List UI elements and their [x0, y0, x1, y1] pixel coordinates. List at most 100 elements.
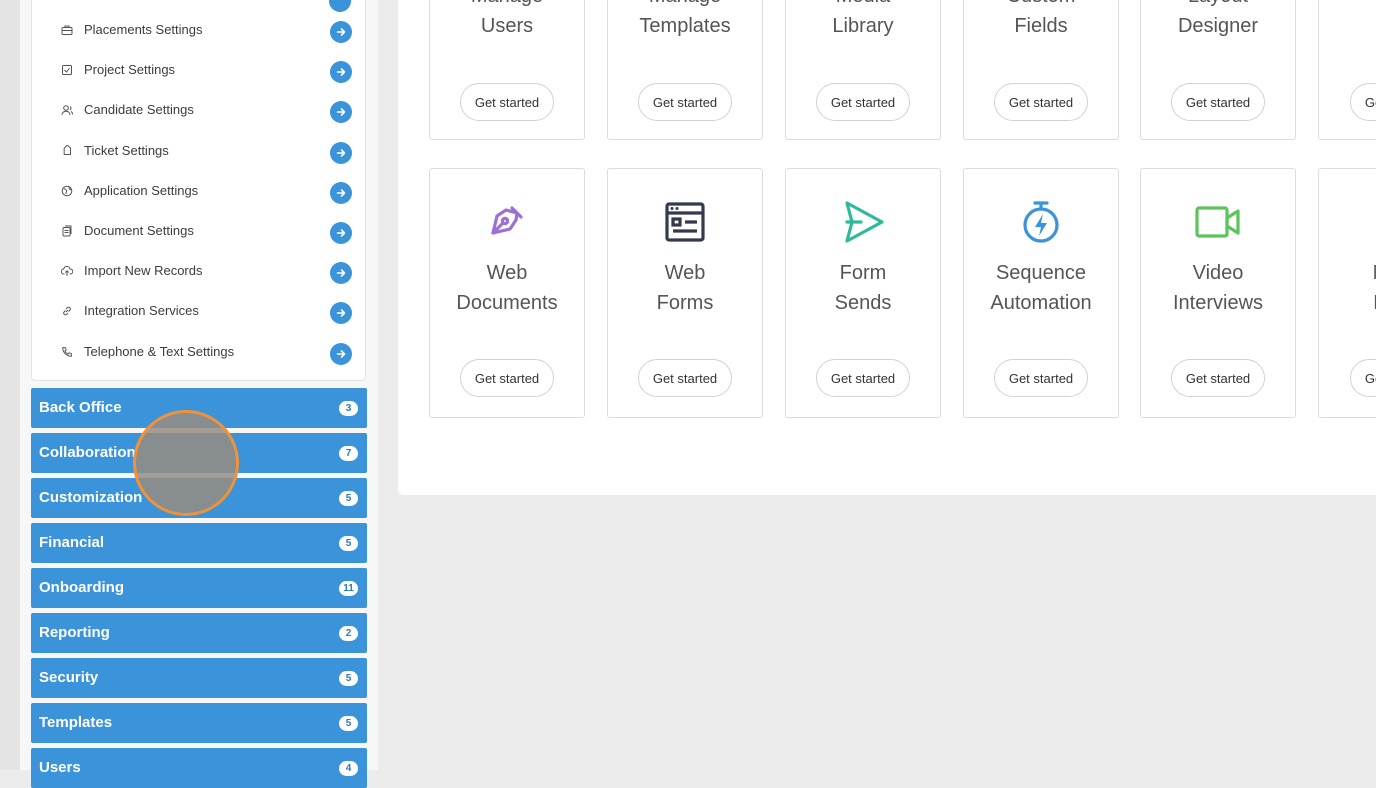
count-badge: 5 [339, 716, 358, 731]
tile-title: CustomFields [1007, 0, 1076, 37]
sidebar-item-label: Application Settings [84, 182, 199, 198]
tile-web-documents[interactable]: Web Documents Get started [429, 168, 585, 418]
get-started-button[interactable]: Get started [1171, 359, 1265, 397]
pen-nib-icon [491, 206, 523, 235]
tile-title: Form Sends [834, 262, 892, 314]
get-started-button[interactable]: Get started [638, 359, 732, 397]
copy-icon [61, 225, 73, 237]
sidebar-item-ticket-settings[interactable]: Ticket Settings [32, 132, 365, 172]
tile-manage-users[interactable]: ManageUsers Get started [429, 0, 585, 140]
tile-manage-templates[interactable]: ManageTemplates Get started [607, 0, 763, 140]
tile-title: ManageUsers [471, 0, 543, 37]
phone-icon [61, 346, 73, 358]
send-icon [845, 201, 884, 243]
get-started-button[interactable]: Get started [1350, 359, 1376, 397]
get-started-button[interactable]: Get started [816, 359, 910, 397]
tile-media-library[interactable]: MediaLibrary Get started [785, 0, 941, 140]
click-indicator [133, 410, 239, 516]
sidebar-item-placements-settings[interactable]: Placements Settings [32, 11, 365, 51]
get-started-button[interactable]: Get started [816, 83, 910, 121]
globe-icon [61, 185, 73, 197]
sidebar-item-application-settings[interactable]: Application Settings [32, 172, 365, 212]
category-label: Users [39, 759, 81, 776]
category-label: Security [39, 669, 99, 686]
tile-title: DoLi [1331, 0, 1376, 41]
tile-custom-fields[interactable]: CustomFields Get started [963, 0, 1119, 140]
get-started-button[interactable]: Get started [1171, 83, 1265, 121]
category-onboarding[interactable]: Onboarding 11 [31, 568, 367, 608]
sidebar-item-telephone-text-settings[interactable]: Telephone & Text Settings [32, 333, 365, 373]
sidebar-item-import-new-records[interactable]: Import New Records [32, 252, 365, 292]
video-camera-icon [1195, 206, 1240, 238]
category-label: Onboarding [39, 579, 124, 596]
sidebar-item-candidate-settings[interactable]: Candidate Settings [32, 91, 365, 131]
users-icon [61, 104, 73, 116]
sidebar-item-label: Telephone & Text Settings [84, 343, 235, 359]
category-financial[interactable]: Financial 5 [31, 523, 367, 563]
settings-list: Placements Settings Project Settings Can… [32, 11, 365, 373]
category-label: Customization [39, 489, 143, 506]
count-badge: 3 [339, 401, 358, 416]
count-badge: 4 [339, 761, 358, 776]
sidebar-item-label: Ticket Settings [84, 142, 169, 158]
count-badge: 7 [339, 446, 358, 461]
tile-layout-designer[interactable]: LayoutDesigner Get started [1140, 0, 1296, 140]
tile-partial-bottom[interactable]: MLi Get started [1318, 168, 1376, 418]
checkbox-icon [61, 64, 73, 76]
category-templates[interactable]: Templates 5 [31, 703, 367, 743]
sidebar-item-label: Integration Services [84, 303, 199, 319]
tile-sequence-automation[interactable]: Sequence Automation Get started [963, 168, 1119, 418]
briefcase-icon [61, 24, 73, 36]
get-started-button[interactable]: Get started [460, 359, 554, 397]
cloud-upload-icon [61, 265, 73, 277]
count-badge: 2 [339, 626, 358, 641]
category-label: Financial [39, 534, 105, 551]
tile-partial-top[interactable]: DoLi Get started [1318, 0, 1376, 140]
arrow-right-icon[interactable] [330, 221, 352, 244]
tile-title: Web Forms [656, 262, 714, 314]
sidebar-item-label: Candidate Settings [84, 102, 194, 118]
category-reporting[interactable]: Reporting 2 [31, 613, 367, 653]
arrow-right-icon[interactable] [330, 181, 352, 204]
get-started-button[interactable]: Get started [994, 359, 1088, 397]
count-badge: 5 [339, 671, 358, 686]
tile-title: MLi [1319, 258, 1376, 318]
sidebar-item-integration-services[interactable]: Integration Services [32, 292, 365, 332]
sidebar-item-label: Document Settings [84, 222, 194, 238]
tile-title: LayoutDesigner [1177, 0, 1259, 37]
tile-title: Video Interviews [1172, 262, 1264, 314]
tile-title: Sequence Automation [990, 262, 1092, 314]
sidebar-item-label: Project Settings [84, 62, 176, 78]
category-label: Collaboration [39, 444, 136, 461]
tile-video-interviews[interactable]: Video Interviews Get started [1140, 168, 1296, 418]
sidebar-item-document-settings[interactable]: Document Settings [32, 212, 365, 252]
count-badge: 5 [339, 491, 358, 506]
arrow-right-icon[interactable] [330, 302, 352, 325]
sidebar-item-project-settings[interactable]: Project Settings [32, 51, 365, 91]
arrow-right-icon[interactable] [330, 101, 352, 124]
browser-window-icon [665, 202, 705, 242]
sidebar-item-label: Placements Settings [84, 22, 203, 37]
tile-form-sends[interactable]: Form Sends Get started [785, 168, 941, 418]
get-started-button[interactable]: Get started [994, 83, 1088, 121]
category-users[interactable]: Users 4 [31, 748, 367, 788]
category-security[interactable]: Security 5 [31, 658, 367, 698]
category-label: Templates [39, 714, 113, 731]
arrow-right-icon[interactable] [330, 262, 352, 285]
settings-list-card: Placements Settings Project Settings Can… [31, 0, 366, 381]
tile-title: Web Documents [456, 262, 558, 314]
arrow-right-icon[interactable] [330, 61, 352, 84]
category-label: Back Office [39, 399, 122, 416]
get-started-button[interactable]: Get started [1350, 83, 1376, 121]
category-label: Reporting [39, 624, 110, 641]
get-started-button[interactable]: Get started [638, 83, 732, 121]
count-badge: 5 [339, 536, 358, 551]
arrow-right-icon[interactable] [330, 342, 352, 365]
tile-title: MediaLibrary [832, 0, 894, 37]
arrow-right-icon[interactable] [330, 141, 352, 164]
count-badge: 11 [339, 581, 358, 596]
link-icon [61, 305, 73, 317]
get-started-button[interactable]: Get started [460, 83, 554, 121]
tile-web-forms[interactable]: Web Forms Get started [607, 168, 763, 418]
arrow-right-icon[interactable] [330, 21, 352, 43]
